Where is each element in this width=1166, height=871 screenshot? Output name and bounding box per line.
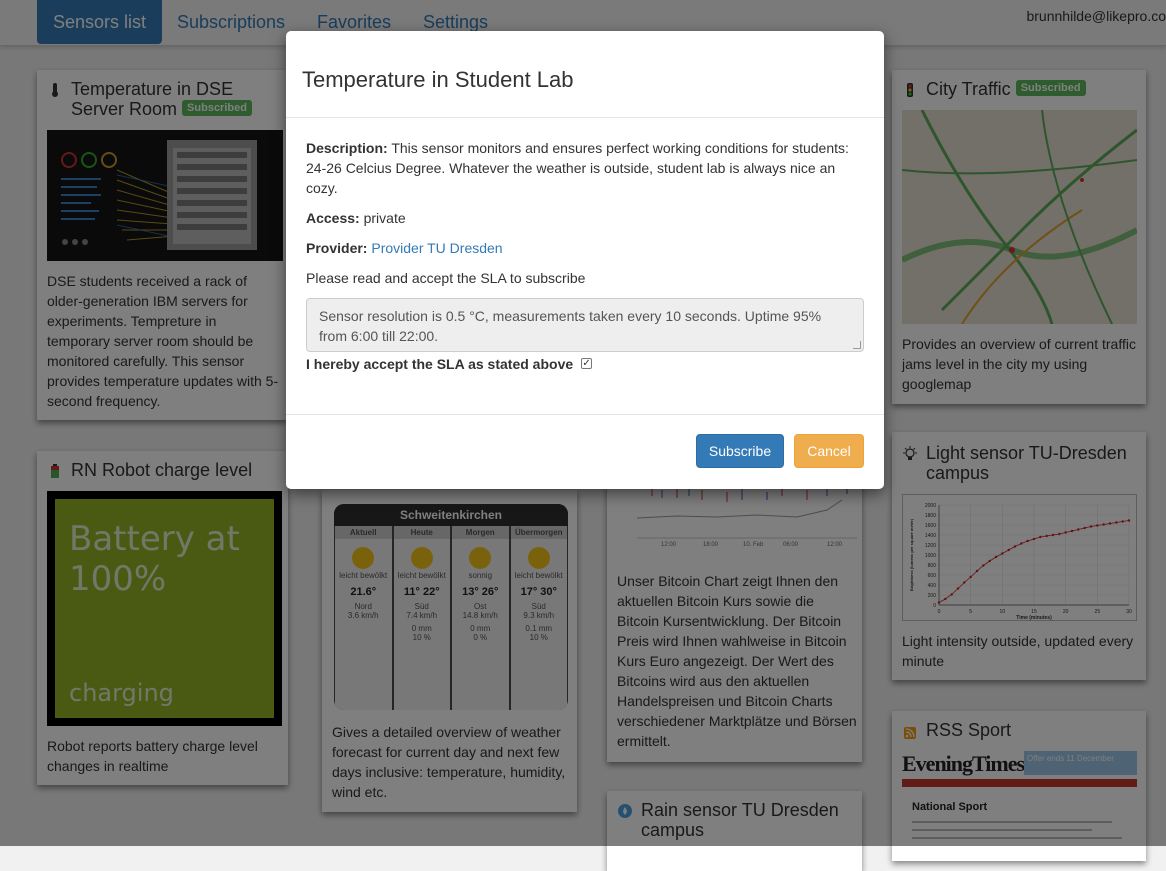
subscribe-modal: Temperature in Student Lab Description: … — [286, 31, 884, 489]
provider-link[interactable]: Provider TU Dresden — [371, 240, 502, 256]
sla-accept-checkbox[interactable]: ✓ — [581, 357, 593, 369]
textarea-resize-handle[interactable] — [853, 341, 861, 349]
sla-accept-label: I hereby accept the SLA as stated above — [306, 356, 574, 372]
sla-prompt: Please read and accept the SLA to subscr… — [306, 270, 586, 286]
modal-description: Description: This sensor monitors and en… — [306, 140, 849, 196]
subscribe-button[interactable]: Subscribe — [696, 434, 784, 468]
modal-access: Access: private — [306, 210, 406, 226]
cancel-button[interactable]: Cancel — [794, 434, 864, 468]
sla-accept-row: I hereby accept the SLA as stated above … — [306, 354, 593, 374]
sla-textarea[interactable]: Sensor resolution is 0.5 °C, measurement… — [306, 298, 864, 352]
modal-provider: Provider: Provider TU Dresden — [306, 240, 503, 256]
modal-title: Temperature in Student Lab — [302, 67, 574, 92]
